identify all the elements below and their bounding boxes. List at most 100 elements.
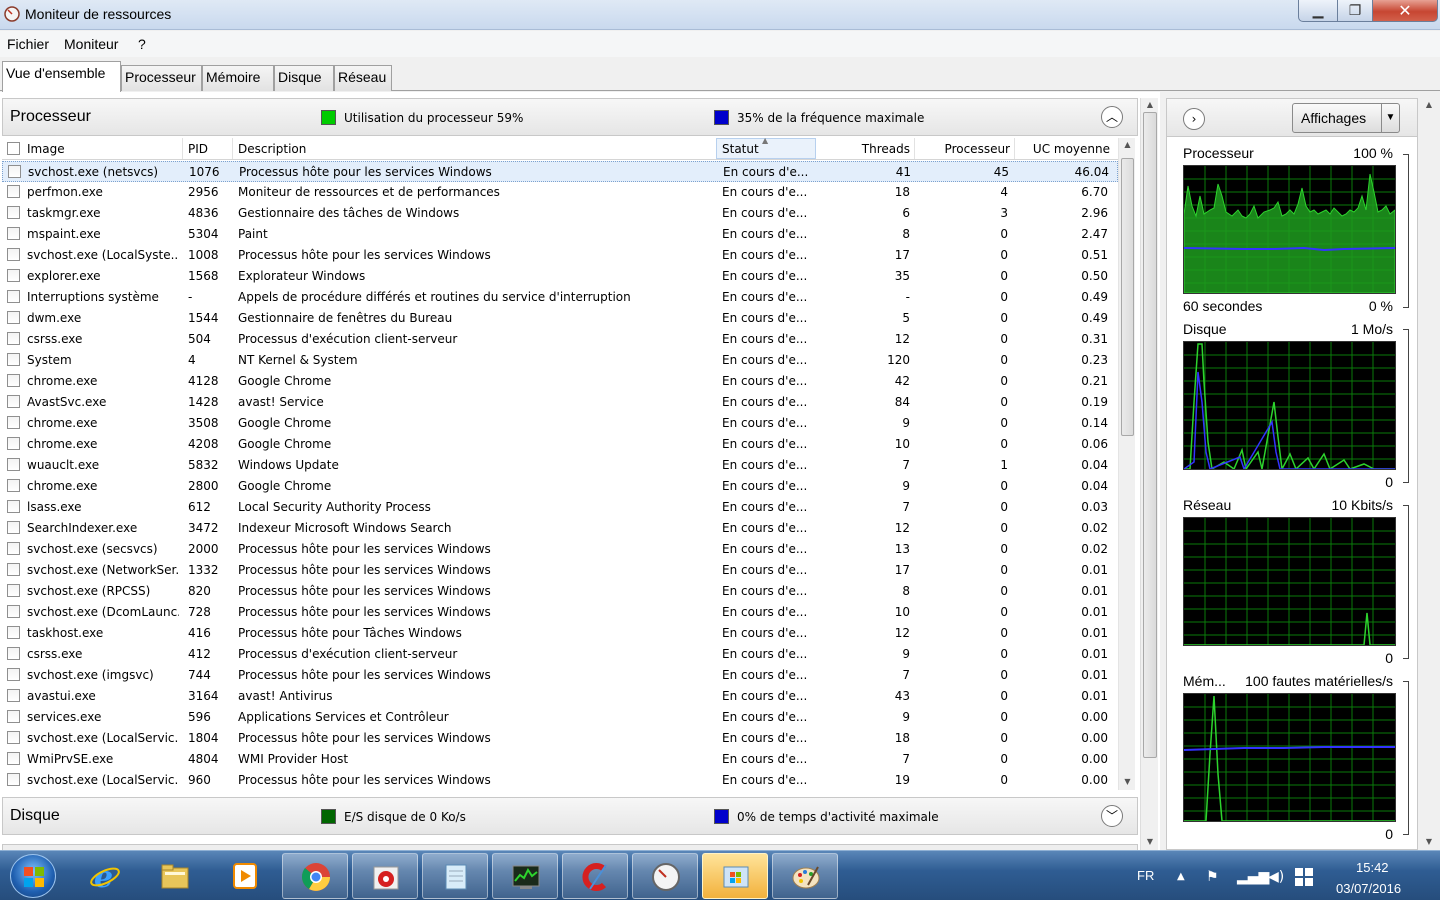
- row-checkbox[interactable]: [7, 731, 20, 744]
- row-checkbox[interactable]: [7, 311, 20, 324]
- graphs-scrollbar[interactable]: ▲ ▼: [1420, 98, 1438, 850]
- row-checkbox[interactable]: [7, 227, 20, 240]
- scroll-up-icon[interactable]: ▲: [1119, 140, 1136, 149]
- maximize-button[interactable]: ❐: [1337, 0, 1373, 22]
- menu-help[interactable]: ?: [138, 36, 146, 52]
- table-row[interactable]: chrome.exe 4128 Google Chrome En cours d'e.…: [2, 371, 1118, 392]
- row-checkbox[interactable]: [7, 248, 20, 261]
- table-row[interactable]: Interruptions système - Appels de procédur…: [2, 287, 1118, 308]
- table-row[interactable]: taskmgr.exe 4836 Gestionnaire des tâches d…: [2, 203, 1118, 224]
- table-row[interactable]: svchost.exe (RPCSS) 820 Processus hôte pou…: [2, 581, 1118, 602]
- table-row[interactable]: chrome.exe 4208 Google Chrome En cours d'e.…: [2, 434, 1118, 455]
- table-row[interactable]: csrss.exe 504 Processus d'exécution client…: [2, 329, 1118, 350]
- col-separator[interactable]: [1014, 138, 1015, 159]
- row-checkbox[interactable]: [7, 521, 20, 534]
- close-button[interactable]: ✕: [1372, 0, 1438, 22]
- row-checkbox[interactable]: [7, 584, 20, 597]
- row-checkbox[interactable]: [7, 710, 20, 723]
- table-row[interactable]: svchost.exe (DcomLaunc... 728 Processus hô…: [2, 602, 1118, 623]
- table-row[interactable]: svchost.exe (imgsvc) 744 Processus hôte po…: [2, 665, 1118, 686]
- row-checkbox[interactable]: [7, 605, 20, 618]
- row-checkbox[interactable]: [8, 165, 21, 178]
- table-row[interactable]: perfmon.exe 2956 Moniteur de ressources et…: [2, 182, 1118, 203]
- col-separator[interactable]: [232, 138, 233, 159]
- taskbar-explorer[interactable]: [142, 853, 208, 899]
- row-checkbox[interactable]: [7, 479, 20, 492]
- row-checkbox[interactable]: [7, 773, 20, 786]
- row-checkbox[interactable]: [7, 437, 20, 450]
- row-checkbox[interactable]: [7, 626, 20, 639]
- show-hidden-icons-icon[interactable]: ▲: [1177, 871, 1185, 882]
- language-indicator[interactable]: FR: [1137, 868, 1154, 883]
- col-image[interactable]: Image: [27, 142, 65, 156]
- windows-flag-tray-icon[interactable]: [1294, 867, 1314, 887]
- row-checkbox[interactable]: [7, 689, 20, 702]
- table-row[interactable]: csrss.exe 412 Processus d'exécution client…: [2, 644, 1118, 665]
- row-checkbox[interactable]: [7, 374, 20, 387]
- table-row[interactable]: chrome.exe 2800 Google Chrome En cours d'e.…: [2, 476, 1118, 497]
- row-checkbox[interactable]: [7, 395, 20, 408]
- row-checkbox[interactable]: [7, 647, 20, 660]
- clock-date[interactable]: 03/07/2016: [1336, 881, 1401, 896]
- row-checkbox[interactable]: [7, 563, 20, 576]
- col-processeur[interactable]: Processeur: [918, 142, 1010, 156]
- table-row[interactable]: dwm.exe 1544 Gestionnaire de fenêtres du B…: [2, 308, 1118, 329]
- table-scroll-thumb[interactable]: [1121, 158, 1134, 436]
- taskbar-ccleaner[interactable]: [562, 853, 628, 899]
- table-row[interactable]: WmiPrvSE.exe 4804 WMI Provider Host En cour…: [2, 749, 1118, 770]
- processor-section-header[interactable]: Processeur Utilisation du processeur 59%…: [2, 98, 1138, 136]
- table-row[interactable]: svchost.exe (NetworkSer... 1332 Processus …: [2, 560, 1118, 581]
- table-row[interactable]: svchost.exe (LocalServic... 1804 Processus…: [2, 728, 1118, 749]
- scroll-down-icon[interactable]: ▼: [1141, 837, 1159, 846]
- scroll-up-icon[interactable]: ▲: [1141, 100, 1159, 109]
- row-checkbox[interactable]: [7, 185, 20, 198]
- row-checkbox[interactable]: [7, 269, 20, 282]
- table-row[interactable]: lsass.exe 612 Local Security Authority Pro…: [2, 497, 1118, 518]
- action-center-flag-icon[interactable]: ⚑: [1206, 869, 1219, 885]
- row-checkbox[interactable]: [7, 206, 20, 219]
- row-checkbox[interactable]: [7, 458, 20, 471]
- table-row[interactable]: mspaint.exe 5304 Paint En cours d'e... 8 0 2.4…: [2, 224, 1118, 245]
- overview-scroll-thumb[interactable]: [1143, 112, 1157, 758]
- clock-time[interactable]: 15:42: [1356, 860, 1389, 875]
- table-row[interactable]: services.exe 596 Applications Services et …: [2, 707, 1118, 728]
- col-threads[interactable]: Threads: [822, 142, 910, 156]
- scroll-up-icon[interactable]: ▲: [1420, 100, 1438, 109]
- taskbar-media-player[interactable]: [212, 853, 278, 899]
- expand-disk-button[interactable]: ﹀: [1101, 805, 1123, 827]
- taskbar-chrome[interactable]: [282, 853, 348, 899]
- row-checkbox[interactable]: [7, 752, 20, 765]
- col-separator[interactable]: [182, 138, 183, 159]
- menu-moniteur[interactable]: Moniteur: [64, 36, 118, 52]
- table-row[interactable]: explorer.exe 1568 Explorateur Windows En co…: [2, 266, 1118, 287]
- disk-section-header[interactable]: Disque E/S disque de 0 Ko/s 0% de temps …: [2, 797, 1138, 835]
- dropdown-arrow-icon[interactable]: ▼: [1381, 104, 1399, 132]
- table-row[interactable]: taskhost.exe 416 Processus hôte pour Tâche…: [2, 623, 1118, 644]
- taskbar-avast[interactable]: [352, 853, 418, 899]
- tab-processor[interactable]: Processeur: [121, 65, 202, 91]
- taskbar-task-manager[interactable]: [492, 853, 558, 899]
- collapse-processor-button[interactable]: ︿: [1101, 106, 1123, 128]
- col-separator[interactable]: [914, 138, 915, 159]
- table-row[interactable]: System 4 NT Kernel & System En cours d'e...…: [2, 350, 1118, 371]
- tab-disk[interactable]: Disque: [274, 65, 334, 91]
- overview-scrollbar[interactable]: ▲ ▼: [1140, 98, 1158, 850]
- taskbar-paint[interactable]: [772, 853, 838, 899]
- row-checkbox[interactable]: [7, 416, 20, 429]
- taskbar-resource-monitor[interactable]: [702, 853, 768, 899]
- menu-fichier[interactable]: Fichier: [7, 36, 49, 52]
- table-row[interactable]: svchost.exe (LocalSyste... 1008 Processus …: [2, 245, 1118, 266]
- row-checkbox[interactable]: [7, 353, 20, 366]
- volume-icon[interactable]: ◀): [1268, 869, 1284, 885]
- table-row[interactable]: svchost.exe (secsvcs) 2000 Processus hôte …: [2, 539, 1118, 560]
- select-all-checkbox[interactable]: [7, 142, 20, 155]
- table-row[interactable]: svchost.exe (netsvcs) 1076 Processus hôte …: [2, 161, 1118, 182]
- start-button[interactable]: [10, 854, 56, 898]
- views-button[interactable]: Affichages ▼: [1292, 103, 1400, 133]
- table-row[interactable]: svchost.exe (LocalServic... 960 Processus …: [2, 770, 1118, 790]
- table-row[interactable]: wuauclt.exe 5832 Windows Update En cours d'…: [2, 455, 1118, 476]
- table-scrollbar[interactable]: ▲ ▼: [1118, 138, 1135, 790]
- row-checkbox[interactable]: [7, 500, 20, 513]
- tab-overview[interactable]: Vue d'ensemble: [2, 61, 121, 92]
- taskbar-perfmon[interactable]: [632, 853, 698, 899]
